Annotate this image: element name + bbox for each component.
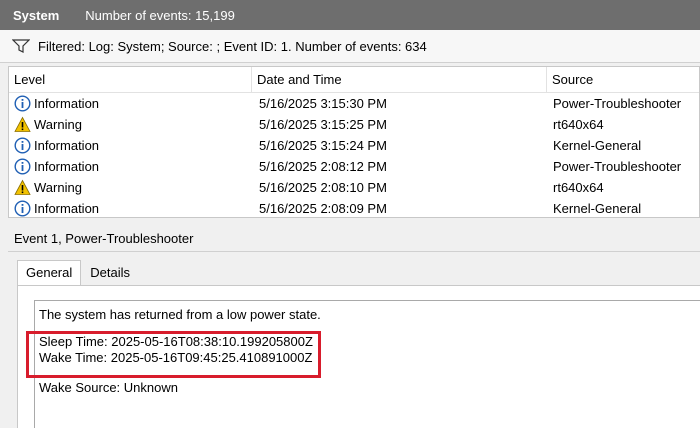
level-cell: Warning — [14, 114, 254, 135]
wake-source: Wake Source: Unknown — [39, 380, 178, 395]
sleep-time: Sleep Time: 2025-05-16T08:38:10.19920580… — [39, 334, 313, 349]
funnel-icon — [12, 39, 30, 53]
level-cell: Information — [14, 93, 254, 114]
column-header-source[interactable]: Source — [547, 67, 700, 93]
level-label: Information — [34, 159, 100, 174]
table-row[interactable]: Information 5/16/2025 3:15:30 PM Power-Tro… — [9, 93, 699, 114]
table-row[interactable]: Warning 5/16/2025 2:08:10 PM rt640x64 — [9, 177, 699, 198]
table-row[interactable]: Information 5/16/2025 3:15:24 PM Kernel-Ge… — [9, 135, 699, 156]
event-count: Number of events: 15,199 — [85, 7, 235, 23]
level-label: Information — [34, 96, 100, 111]
info-icon — [14, 158, 31, 175]
tab-details[interactable]: Details — [81, 260, 139, 286]
event-details-title: Event 1, Power-Troubleshooter — [8, 228, 700, 252]
source-cell: rt640x64 — [553, 117, 604, 132]
events-grid[interactable]: Level Date and Time Source Information 5/… — [8, 66, 700, 218]
source-cell: Power-Troubleshooter — [553, 96, 682, 111]
filter-text: Filtered: Log: System; Source: ; Event I… — [38, 38, 427, 54]
level-cell: Information — [14, 198, 254, 219]
info-icon — [14, 200, 31, 217]
description-intro: The system has returned from a low power… — [39, 307, 321, 322]
log-name: System — [13, 7, 60, 23]
level-label: Warning — [34, 180, 82, 195]
info-icon — [14, 95, 31, 112]
column-header-level[interactable]: Level — [9, 67, 252, 93]
grid-rows: Information 5/16/2025 3:15:30 PM Power-Tro… — [9, 93, 699, 219]
column-header-date[interactable]: Date and Time — [252, 67, 547, 93]
log-titlebar: System Number of events: 15,199 — [0, 0, 700, 30]
table-row[interactable]: Information 5/16/2025 2:08:09 PM Kernel-Ge… — [9, 198, 699, 219]
grid-header: Level Date and Time Source — [9, 67, 699, 93]
level-cell: Information — [14, 156, 254, 177]
date-cell: 5/16/2025 2:08:12 PM — [259, 159, 387, 174]
tab-general[interactable]: General — [17, 260, 82, 286]
filter-bar: Filtered: Log: System; Source: ; Event I… — [0, 30, 700, 63]
details-tabs: General Details — [17, 260, 139, 286]
warning-icon — [14, 116, 31, 133]
level-cell: Information — [14, 135, 254, 156]
warning-icon — [14, 179, 31, 196]
date-cell: 5/16/2025 2:08:09 PM — [259, 201, 387, 216]
date-cell: 5/16/2025 3:15:30 PM — [259, 96, 387, 111]
event-description[interactable]: The system has returned from a low power… — [34, 300, 700, 428]
source-cell: Power-Troubleshooter — [553, 159, 682, 174]
level-label: Warning — [34, 117, 82, 132]
wake-time: Wake Time: 2025-05-16T09:45:25.410891000… — [39, 350, 313, 365]
source-cell: rt640x64 — [553, 180, 604, 195]
level-label: Information — [34, 201, 100, 216]
table-row[interactable]: Information 5/16/2025 2:08:12 PM Power-Tro… — [9, 156, 699, 177]
level-cell: Warning — [14, 177, 254, 198]
source-cell: Kernel-General — [553, 201, 642, 216]
info-icon — [14, 137, 31, 154]
source-cell: Kernel-General — [553, 138, 642, 153]
general-panel: The system has returned from a low power… — [17, 285, 700, 428]
date-cell: 5/16/2025 3:15:25 PM — [259, 117, 387, 132]
level-label: Information — [34, 138, 100, 153]
date-cell: 5/16/2025 2:08:10 PM — [259, 180, 387, 195]
table-row[interactable]: Warning 5/16/2025 3:15:25 PM rt640x64 — [9, 114, 699, 135]
date-cell: 5/16/2025 3:15:24 PM — [259, 138, 387, 153]
